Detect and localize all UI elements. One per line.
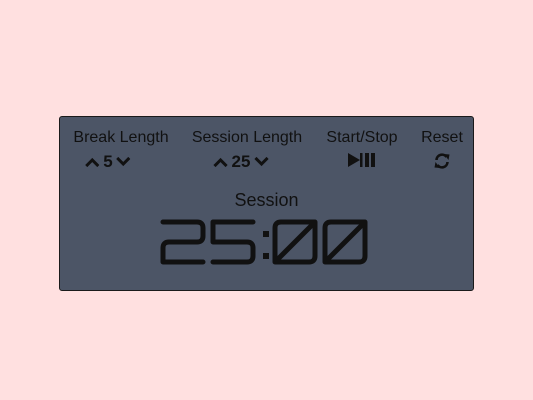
- break-control: 5: [84, 153, 131, 171]
- session-increment-button[interactable]: [213, 154, 229, 170]
- start-stop-label: Start/Stop: [326, 129, 398, 146]
- time-digit-0: [322, 219, 367, 265]
- time-colon-dot: [262, 253, 269, 259]
- break-label: Break Length: [73, 129, 169, 146]
- chevron-down-icon: [254, 157, 269, 167]
- time-colon-dot: [262, 231, 269, 237]
- time-digit-0: [272, 219, 317, 265]
- chevron-down-icon: [116, 157, 131, 167]
- play-pause-icon: [348, 153, 375, 167]
- timer-label: Session: [234, 190, 299, 210]
- time-digit-2: [160, 219, 205, 265]
- reset-button[interactable]: [433, 152, 451, 170]
- pomodoro-clock: Break Length 5 Session Length 25 Start/S…: [59, 116, 474, 291]
- session-control: 25: [213, 153, 270, 171]
- session-length-label: Session Length: [191, 129, 303, 146]
- reset-label: Reset: [421, 129, 463, 146]
- start-stop-button[interactable]: [347, 152, 377, 168]
- refresh-icon: [434, 153, 450, 169]
- break-decrement-button[interactable]: [116, 154, 132, 170]
- chevron-up-icon: [85, 157, 100, 167]
- session-length-value: 25: [231, 152, 251, 171]
- chevron-up-icon: [213, 157, 228, 167]
- time-left-display: [159, 214, 375, 270]
- session-decrement-button[interactable]: [253, 154, 269, 170]
- break-increment-button[interactable]: [84, 154, 100, 170]
- break-length-value: 5: [103, 152, 113, 171]
- time-digit-5: [210, 219, 255, 265]
